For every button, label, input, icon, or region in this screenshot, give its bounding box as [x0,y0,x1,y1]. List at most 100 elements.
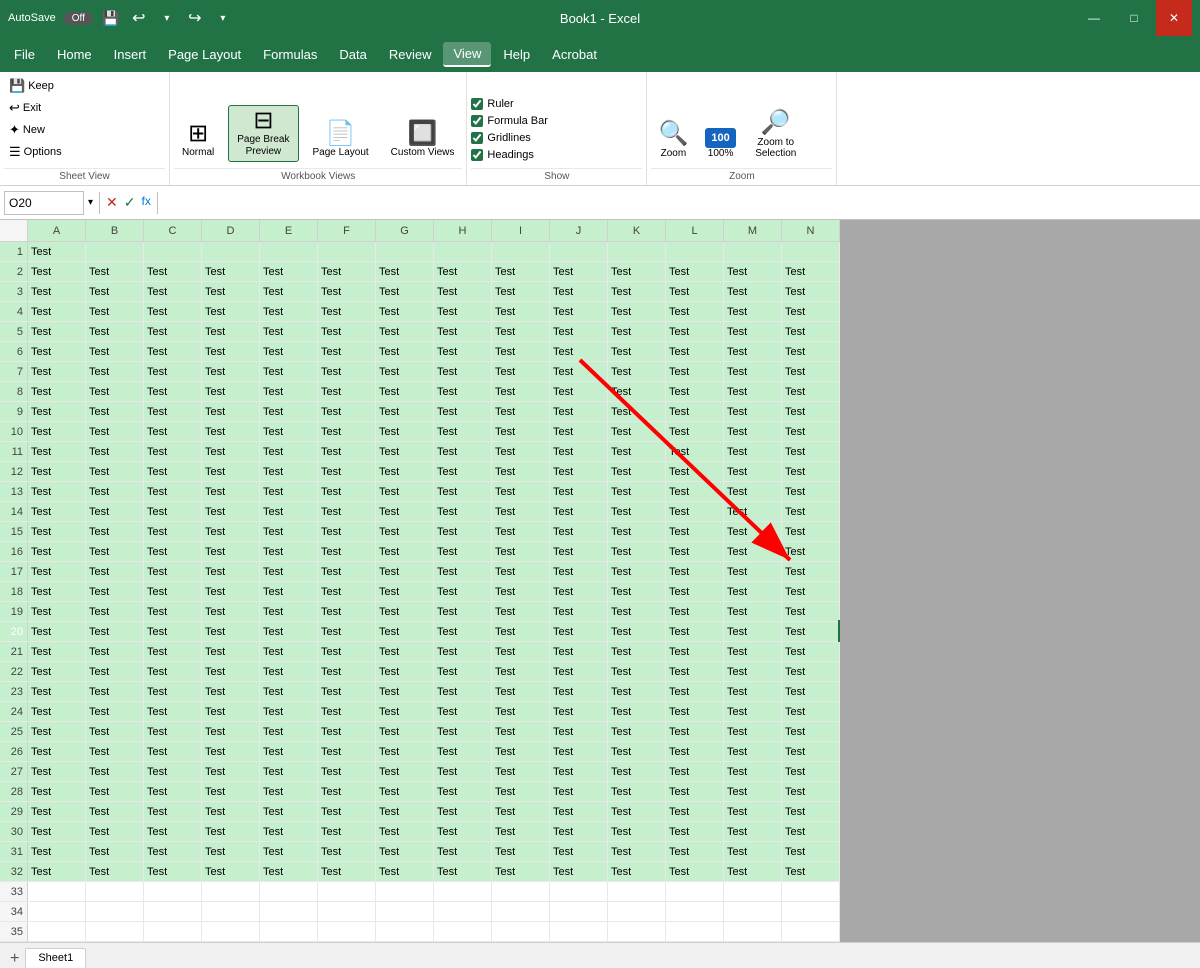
cell-N13[interactable]: Test [782,482,840,501]
cell-L8[interactable]: Test [666,382,724,401]
cell-C28[interactable]: Test [144,782,202,801]
cell-D3[interactable]: Test [202,282,260,301]
cell-I25[interactable]: Test [492,722,550,741]
cell-F34[interactable] [318,902,376,921]
cell-A29[interactable]: Test [28,802,86,821]
cell-B15[interactable]: Test [86,522,144,541]
cell-H24[interactable]: Test [434,702,492,721]
cell-G23[interactable]: Test [376,682,434,701]
cell-G3[interactable]: Test [376,282,434,301]
cell-K11[interactable]: Test [608,442,666,461]
cell-E14[interactable]: Test [260,502,318,521]
cell-B14[interactable]: Test [86,502,144,521]
cell-G2[interactable]: Test [376,262,434,281]
row-num-5[interactable]: 5 [0,322,28,341]
cell-K8[interactable]: Test [608,382,666,401]
cell-C15[interactable]: Test [144,522,202,541]
cell-N32[interactable]: Test [782,862,840,881]
cell-M9[interactable]: Test [724,402,782,421]
cell-C13[interactable]: Test [144,482,202,501]
cell-M6[interactable]: Test [724,342,782,361]
cell-F2[interactable]: Test [318,262,376,281]
cell-E16[interactable]: Test [260,542,318,561]
cell-D14[interactable]: Test [202,502,260,521]
cell-B20[interactable]: Test [86,622,144,641]
cell-C10[interactable]: Test [144,422,202,441]
cell-A12[interactable]: Test [28,462,86,481]
cell-I20[interactable]: Test [492,622,550,641]
menu-data[interactable]: Data [329,43,376,66]
cell-N21[interactable]: Test [782,642,840,661]
cell-J7[interactable]: Test [550,362,608,381]
cell-C1[interactable] [144,242,202,261]
cell-D27[interactable]: Test [202,762,260,781]
cell-L18[interactable]: Test [666,582,724,601]
cell-F32[interactable]: Test [318,862,376,881]
cell-J31[interactable]: Test [550,842,608,861]
cell-J16[interactable]: Test [550,542,608,561]
cell-B12[interactable]: Test [86,462,144,481]
cell-J25[interactable]: Test [550,722,608,741]
cell-A28[interactable]: Test [28,782,86,801]
save-icon[interactable]: 💾 [101,8,121,28]
cell-N8[interactable]: Test [782,382,840,401]
row-num-23[interactable]: 23 [0,682,28,701]
cell-N14[interactable]: Test [782,502,840,521]
cell-G21[interactable]: Test [376,642,434,661]
cell-H9[interactable]: Test [434,402,492,421]
cell-D22[interactable]: Test [202,662,260,681]
cell-G18[interactable]: Test [376,582,434,601]
cell-A17[interactable]: Test [28,562,86,581]
cell-L15[interactable]: Test [666,522,724,541]
gridlines-checkbox-row[interactable]: Gridlines [471,131,548,145]
insert-function-icon[interactable]: fx [142,194,151,211]
cell-B30[interactable]: Test [86,822,144,841]
cell-A25[interactable]: Test [28,722,86,741]
cell-I34[interactable] [492,902,550,921]
cell-J3[interactable]: Test [550,282,608,301]
row-num-17[interactable]: 17 [0,562,28,581]
cell-B27[interactable]: Test [86,762,144,781]
cancel-formula-icon[interactable]: ✕ [106,194,118,211]
cell-K25[interactable]: Test [608,722,666,741]
cell-N17[interactable]: Test [782,562,840,581]
cell-L24[interactable]: Test [666,702,724,721]
cell-D10[interactable]: Test [202,422,260,441]
cell-M8[interactable]: Test [724,382,782,401]
cell-K31[interactable]: Test [608,842,666,861]
cell-N6[interactable]: Test [782,342,840,361]
cell-J5[interactable]: Test [550,322,608,341]
cell-A19[interactable]: Test [28,602,86,621]
cell-E3[interactable]: Test [260,282,318,301]
cell-H32[interactable]: Test [434,862,492,881]
row-num-12[interactable]: 12 [0,462,28,481]
cell-A20[interactable]: Test [28,622,86,641]
cell-H3[interactable]: Test [434,282,492,301]
cell-B3[interactable]: Test [86,282,144,301]
cell-I35[interactable] [492,922,550,941]
cell-G5[interactable]: Test [376,322,434,341]
cell-E12[interactable]: Test [260,462,318,481]
cell-N29[interactable]: Test [782,802,840,821]
cell-I11[interactable]: Test [492,442,550,461]
row-num-4[interactable]: 4 [0,302,28,321]
cell-F24[interactable]: Test [318,702,376,721]
cell-D33[interactable] [202,882,260,901]
normal-view-button[interactable]: ⊞ Normal [174,119,222,162]
ruler-checkbox[interactable] [471,98,483,110]
cell-N20[interactable]: Test [782,622,840,641]
cell-F17[interactable]: Test [318,562,376,581]
cell-N2[interactable]: Test [782,262,840,281]
cell-C8[interactable]: Test [144,382,202,401]
row-num-25[interactable]: 25 [0,722,28,741]
cell-F33[interactable] [318,882,376,901]
cell-L1[interactable] [666,242,724,261]
cell-E27[interactable]: Test [260,762,318,781]
cell-A22[interactable]: Test [28,662,86,681]
cell-E1[interactable] [260,242,318,261]
row-num-26[interactable]: 26 [0,742,28,761]
cell-D11[interactable]: Test [202,442,260,461]
cell-L19[interactable]: Test [666,602,724,621]
cell-M13[interactable]: Test [724,482,782,501]
col-header-C[interactable]: C [144,220,202,241]
